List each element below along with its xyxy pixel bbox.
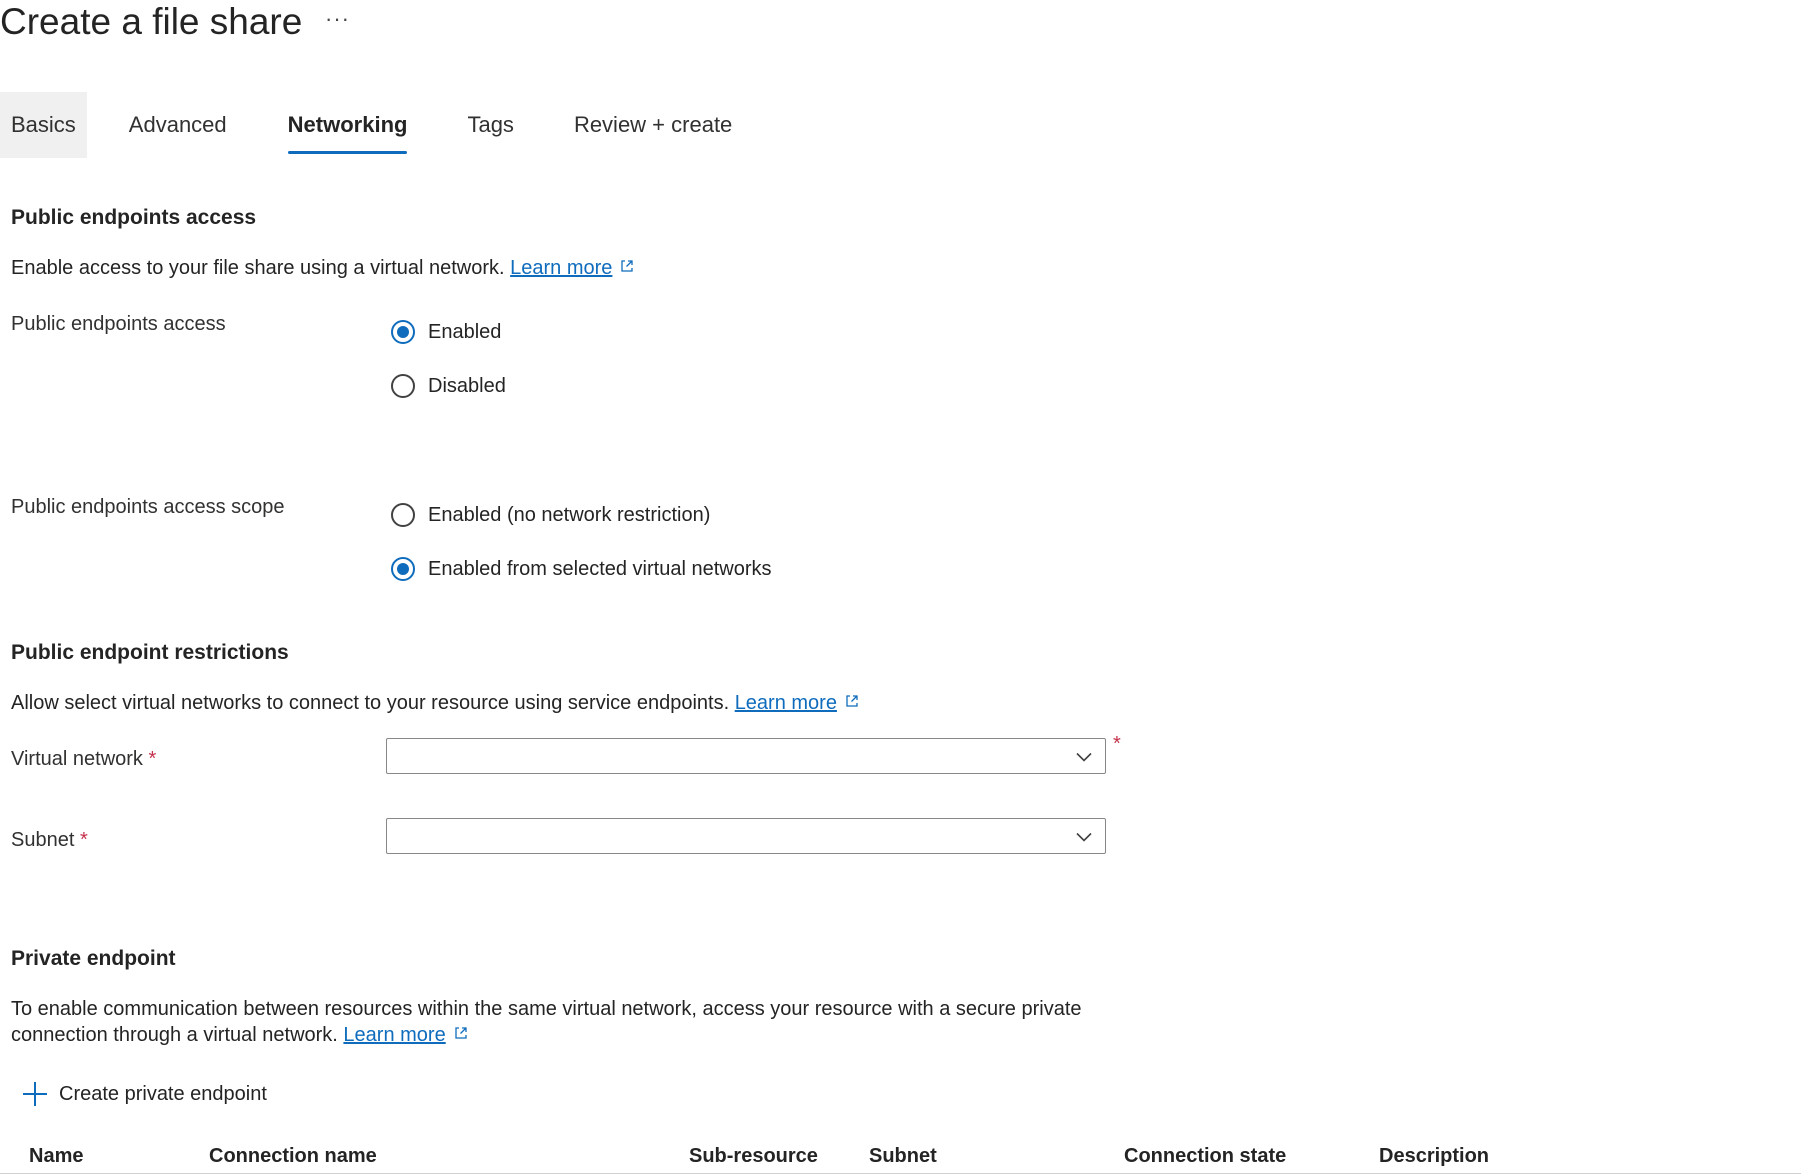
restrictions-description-text: Allow select virtual networks to connect… xyxy=(11,692,730,714)
radio-disabled[interactable]: Disabled xyxy=(391,374,506,398)
required-marker: * xyxy=(148,748,157,770)
tab-review-create[interactable]: Review + create xyxy=(574,92,732,158)
restrictions-description: Allow select virtual networks to connect… xyxy=(11,690,859,716)
subnet-label: Subnet * xyxy=(11,829,88,852)
external-link-icon xyxy=(455,1027,467,1039)
virtual-network-dropdown[interactable] xyxy=(386,738,1106,774)
public-endpoints-access-label: Public endpoints access xyxy=(11,313,226,335)
radio-enabled-circle[interactable] xyxy=(391,320,415,344)
page-title: Create a file share xyxy=(0,1,303,42)
public-endpoints-description-text: Enable access to your file share using a… xyxy=(11,257,505,279)
radio-selected-virtual-networks-circle[interactable] xyxy=(391,557,415,581)
private-endpoint-description: To enable communication between resource… xyxy=(11,996,1111,1048)
required-marker: * xyxy=(79,829,88,851)
create-private-endpoint-button[interactable]: Create private endpoint xyxy=(22,1081,267,1107)
radio-selected-virtual-networks-label: Enabled from selected virtual networks xyxy=(428,557,772,580)
create-private-endpoint-label: Create private endpoint xyxy=(59,1082,267,1105)
radio-no-network-restriction-label: Enabled (no network restriction) xyxy=(428,503,711,526)
column-header-name[interactable]: Name xyxy=(29,1145,83,1168)
private-endpoint-heading: Private endpoint xyxy=(11,947,176,970)
radio-no-network-restriction-circle[interactable] xyxy=(391,503,415,527)
radio-selected-virtual-networks[interactable]: Enabled from selected virtual networks xyxy=(391,557,772,581)
external-link-icon xyxy=(621,260,634,272)
virtual-network-label: Virtual network * xyxy=(11,748,156,771)
private-endpoint-table-header: Name Connection name Sub-resource Subnet… xyxy=(0,1140,1801,1174)
radio-no-network-restriction[interactable]: Enabled (no network restriction) xyxy=(391,503,710,527)
column-header-connection-name[interactable]: Connection name xyxy=(209,1145,377,1168)
learn-more-link[interactable]: Learn more xyxy=(735,692,837,714)
chevron-down-icon xyxy=(1076,752,1092,762)
learn-more-link[interactable]: Learn more xyxy=(510,257,612,279)
column-header-sub-resource[interactable]: Sub-resource xyxy=(689,1145,818,1168)
radio-enabled[interactable]: Enabled xyxy=(391,320,501,344)
more-options-button[interactable]: ··· xyxy=(325,6,350,32)
private-endpoint-description-line1: To enable communication between resource… xyxy=(11,998,1082,1020)
column-header-connection-state[interactable]: Connection state xyxy=(1124,1145,1286,1168)
radio-disabled-circle[interactable] xyxy=(391,374,415,398)
column-header-description[interactable]: Description xyxy=(1379,1145,1489,1168)
public-endpoints-scope-label: Public endpoints access scope xyxy=(11,496,285,518)
subnet-label-text: Subnet xyxy=(11,829,75,851)
radio-disabled-label: Disabled xyxy=(428,374,506,397)
virtual-network-label-text: Virtual network xyxy=(11,748,143,770)
radio-enabled-label: Enabled xyxy=(428,320,502,343)
external-link-icon xyxy=(846,695,858,707)
tab-bar: Basics Advanced Networking Tags Review +… xyxy=(0,92,732,158)
public-endpoints-heading: Public endpoints access xyxy=(11,206,257,229)
tab-networking[interactable]: Networking xyxy=(287,92,407,158)
required-marker: * xyxy=(1113,733,1121,755)
public-endpoints-description: Enable access to your file share using a… xyxy=(11,255,634,281)
plus-icon xyxy=(23,1082,47,1106)
learn-more-link[interactable]: Learn more xyxy=(343,1024,445,1046)
private-endpoint-description-line2: connection through a virtual network. xyxy=(11,1024,338,1046)
tab-basics[interactable]: Basics xyxy=(0,92,87,158)
tab-advanced[interactable]: Advanced xyxy=(129,92,227,158)
chevron-down-icon xyxy=(1076,832,1092,842)
public-endpoint-restrictions-heading: Public endpoint restrictions xyxy=(11,641,289,664)
tab-tags[interactable]: Tags xyxy=(467,92,513,158)
column-header-subnet[interactable]: Subnet xyxy=(869,1145,937,1168)
subnet-dropdown[interactable] xyxy=(386,818,1106,854)
